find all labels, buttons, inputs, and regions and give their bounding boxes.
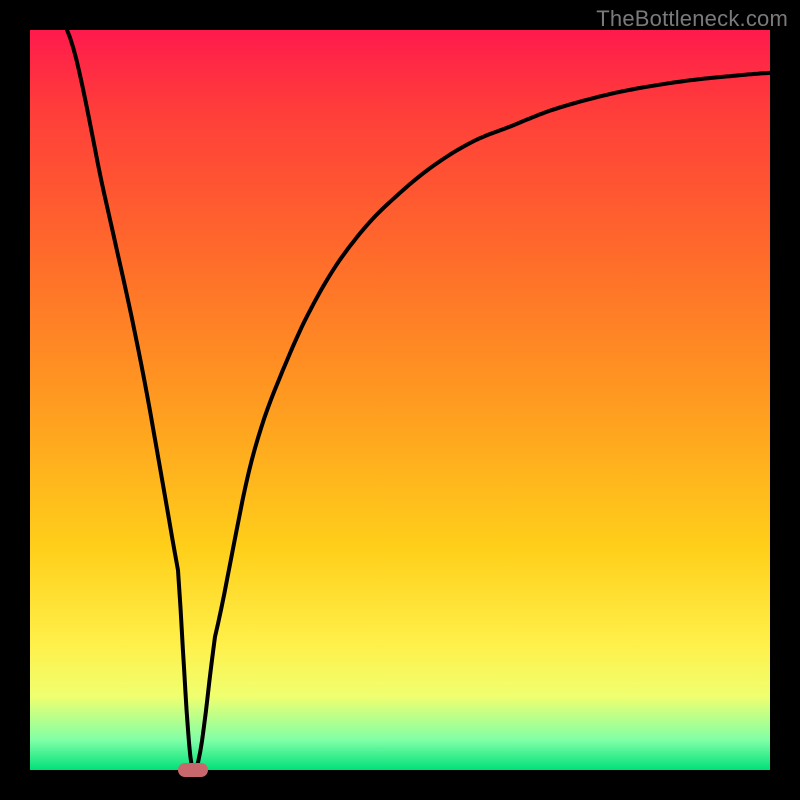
attribution-text: TheBottleneck.com [596,6,788,32]
chart-frame: TheBottleneck.com [0,0,800,800]
plot-area [30,30,770,770]
bottleneck-curve [30,30,770,770]
optimal-point-marker [178,763,208,777]
